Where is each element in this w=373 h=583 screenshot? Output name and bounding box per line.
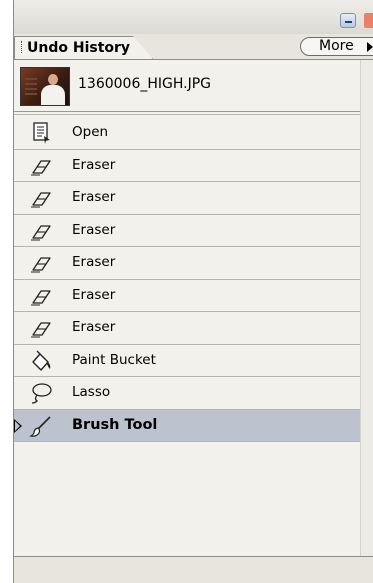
history-list: Open Eraser Eraser Eraser Eraser Eraser Eraser… bbox=[14, 117, 360, 442]
divider bbox=[14, 114, 360, 115]
history-step-label: Eraser bbox=[72, 221, 116, 238]
history-step-label: Eraser bbox=[72, 254, 116, 270]
undo-history-panel: Undo History More 1360006_HIGH.JPG Open E… bbox=[13, 0, 373, 583]
panel-title-bar bbox=[14, 0, 373, 35]
history-step-label: Eraser bbox=[72, 189, 116, 205]
grip-icon bbox=[21, 41, 25, 53]
history-step-label: Brush Tool bbox=[72, 416, 158, 433]
history-step-eraser[interactable]: Eraser bbox=[14, 215, 360, 247]
history-step-paint-bucket[interactable]: Paint Bucket bbox=[14, 345, 360, 377]
history-step-label: Eraser bbox=[72, 319, 116, 335]
eraser-icon bbox=[28, 219, 54, 243]
panel-footer bbox=[14, 556, 373, 583]
history-step-brush-tool[interactable]: Brush Tool bbox=[14, 409, 360, 442]
panel-tab-bar: Undo History More bbox=[14, 34, 373, 60]
scrollbar[interactable] bbox=[360, 60, 373, 556]
tab-undo-history[interactable]: Undo History bbox=[14, 36, 153, 59]
more-menu-button[interactable]: More bbox=[300, 37, 373, 56]
history-step-open[interactable]: Open bbox=[14, 117, 360, 150]
more-label: More bbox=[319, 38, 354, 54]
eraser-icon bbox=[28, 316, 54, 340]
eraser-icon bbox=[28, 284, 54, 308]
snapshot-label: 1360006_HIGH.JPG bbox=[78, 76, 212, 92]
history-step-label: Open bbox=[72, 124, 109, 140]
brush-icon bbox=[28, 414, 54, 438]
history-step-eraser[interactable]: Eraser bbox=[14, 280, 360, 312]
triangle-right-icon bbox=[367, 42, 373, 52]
eraser-icon bbox=[28, 154, 54, 178]
history-step-label: Lasso bbox=[72, 384, 111, 400]
snapshot-row[interactable]: 1360006_HIGH.JPG bbox=[14, 60, 360, 112]
lasso-icon bbox=[28, 381, 54, 405]
history-step-eraser[interactable]: Eraser bbox=[14, 182, 360, 215]
eraser-icon bbox=[28, 186, 54, 210]
open-document-icon bbox=[28, 121, 54, 145]
history-step-eraser[interactable]: Eraser bbox=[14, 247, 360, 280]
history-step-label: Paint Bucket bbox=[72, 351, 156, 368]
paint-bucket-icon bbox=[28, 349, 54, 373]
tab-label: Undo History bbox=[27, 40, 131, 56]
history-step-label: Eraser bbox=[72, 286, 116, 303]
snapshot-thumbnail bbox=[20, 67, 70, 106]
eraser-icon bbox=[28, 251, 54, 275]
minimize-button[interactable] bbox=[340, 13, 356, 28]
close-button[interactable] bbox=[364, 13, 373, 28]
history-step-eraser[interactable]: Eraser bbox=[14, 150, 360, 182]
history-step-lasso[interactable]: Lasso bbox=[14, 377, 360, 410]
history-step-eraser[interactable]: Eraser bbox=[14, 312, 360, 345]
history-step-label: Eraser bbox=[72, 156, 116, 173]
history-state-marker-icon bbox=[14, 418, 22, 433]
